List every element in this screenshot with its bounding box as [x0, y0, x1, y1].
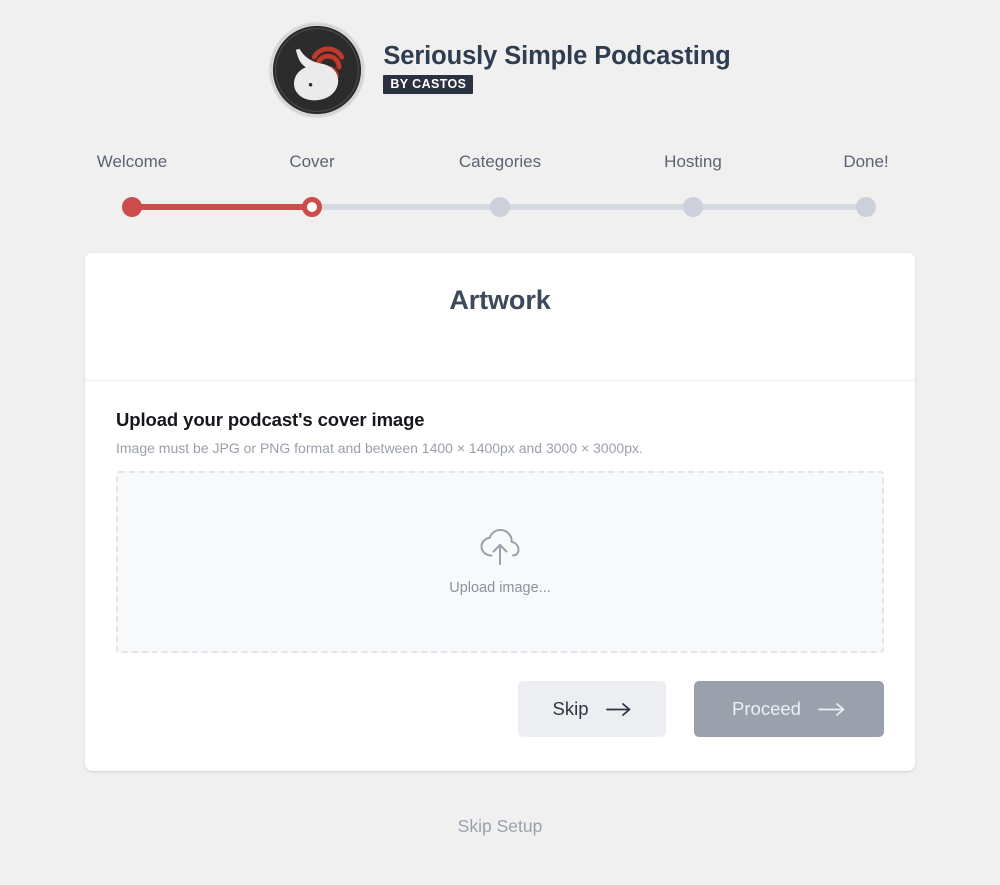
step-dot-cover[interactable]: [302, 197, 322, 217]
proceed-button-label: Proceed: [732, 698, 801, 719]
step-dot-categories[interactable]: [490, 197, 510, 217]
dropzone-label: Upload image...: [449, 580, 551, 596]
castos-whale-logo-icon: [269, 22, 366, 118]
skip-button-label: Skip: [552, 698, 589, 719]
step-label-cover: Cover: [289, 152, 335, 171]
section-heading: Upload your podcast's cover image: [116, 409, 425, 430]
proceed-button[interactable]: Proceed: [694, 681, 884, 737]
step-label-categories: Categories: [458, 152, 542, 171]
cover-image-dropzone[interactable]: Upload image...: [116, 471, 884, 653]
skip-button[interactable]: Skip: [518, 681, 666, 737]
stepper-track-wrap: [85, 192, 915, 222]
cloud-upload-icon: [480, 529, 520, 565]
step-label-done: Done!: [843, 152, 889, 171]
skip-setup-link[interactable]: Skip Setup: [458, 816, 543, 836]
brand-header: Seriously Simple Podcasting BY CASTOS: [0, 0, 1000, 118]
page-title: Artwork: [449, 285, 551, 315]
step-dot-done[interactable]: [856, 197, 876, 217]
arrow-right-icon: [818, 702, 845, 716]
setup-wizard-page: Seriously Simple Podcasting BY CASTOS We…: [0, 0, 1000, 885]
card-header: Artwork: [85, 253, 915, 381]
setup-stepper: Welcome Cover Categories Hosting Done!: [85, 152, 915, 222]
stepper-labels: Welcome Cover Categories Hosting Done!: [85, 152, 915, 178]
card-actions: Skip Proceed: [116, 681, 884, 737]
stepper-track-progress: [132, 204, 312, 210]
step-dot-hosting[interactable]: [683, 197, 703, 217]
step-dot-welcome[interactable]: [122, 197, 142, 217]
page-footer: Skip Setup: [0, 816, 1000, 837]
artwork-card: Artwork Upload your podcast's cover imag…: [85, 253, 915, 771]
brand-title: Seriously Simple Podcasting: [383, 41, 731, 70]
step-label-welcome: Welcome: [96, 152, 168, 171]
arrow-right-icon: [605, 702, 630, 716]
brand-badge: BY CASTOS: [383, 74, 474, 95]
brand-text: Seriously Simple Podcasting BY CASTOS: [383, 41, 731, 99]
section-subtext: Image must be JPG or PNG format and betw…: [116, 440, 643, 456]
step-label-hosting: Hosting: [664, 152, 722, 171]
card-body: Upload your podcast's cover image Image …: [85, 381, 915, 771]
